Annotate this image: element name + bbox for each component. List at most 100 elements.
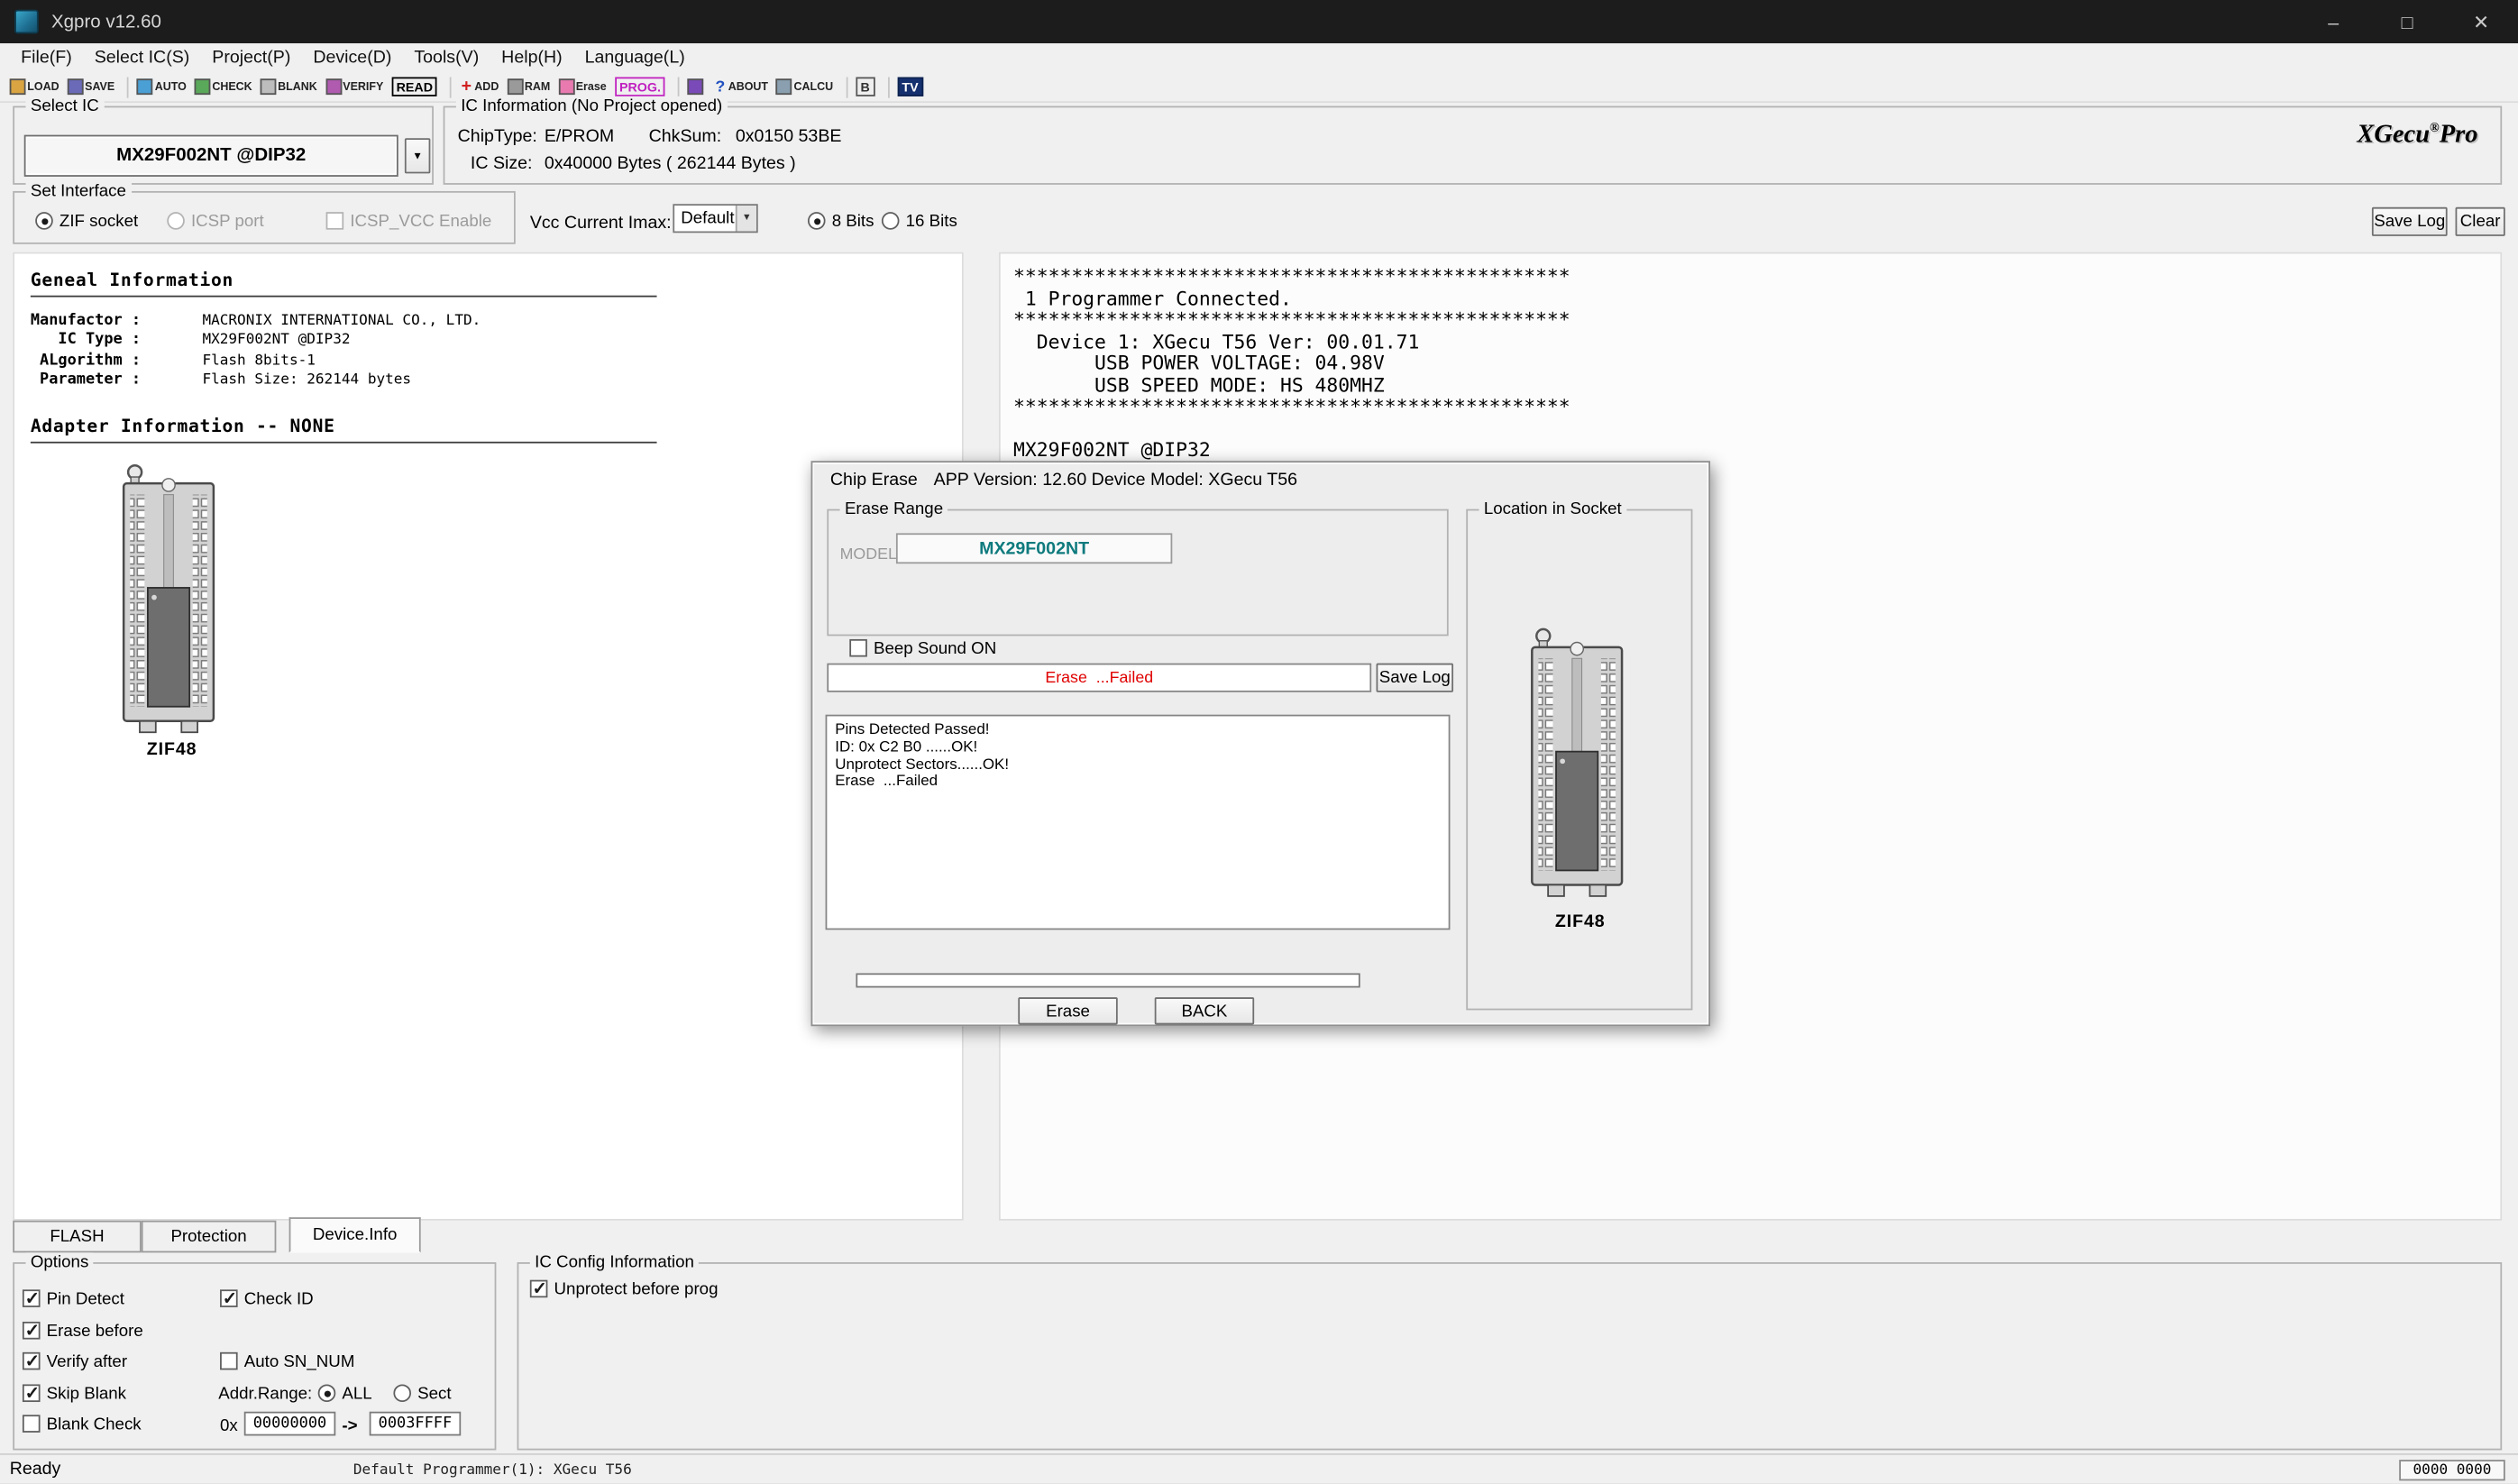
ic-config-group-label: IC Config Information [530,1252,699,1273]
toolbar-calcu-button[interactable]: CALCU [774,74,835,100]
clear-button-label: Clear [2460,212,2501,231]
back-button[interactable]: BACK [1155,997,1254,1024]
toolbar-blank-label: BLANK [278,81,317,92]
ic-select-combobox[interactable]: MX29F002NT @DIP32 [24,135,398,177]
close-button[interactable]: ✕ [2444,0,2518,43]
erase-range-group: Erase Range MODEL MX29F002NT [827,509,1448,637]
tab-device-info[interactable]: Device.Info [289,1217,421,1252]
bits16-radio-label: 16 Bits [906,211,957,230]
log-line: 1 Programmer Connected. [1013,289,2494,310]
status-counter-value: 0000 0000 [2399,1460,2505,1480]
parameter-label: Parameter : [31,371,203,389]
addr-range-sect-radio[interactable]: Sect [393,1383,451,1404]
unprotect-box [530,1280,548,1298]
beep-sound-box [849,639,867,657]
check-id-checkbox[interactable]: Check ID [220,1288,314,1309]
save-log-button-label: Save Log [2374,212,2445,231]
ic-select-dropdown-button[interactable]: ▼ [405,138,431,173]
toolbar-separator [127,77,129,97]
menu-select-ic[interactable]: Select IC(S) [83,48,201,67]
toolbar-tv-button[interactable]: TV [895,74,924,100]
menu-language[interactable]: Language(L) [573,48,696,67]
auto-sn-num-checkbox[interactable]: Auto SN_NUM [220,1351,354,1371]
verify-after-checkbox[interactable]: Verify after [23,1351,127,1371]
pin-detect-checkbox[interactable]: Pin Detect [23,1288,124,1309]
info-row-parameter: Parameter :Flash Size: 262144 bytes [31,371,481,390]
vcc-current-select[interactable]: Default ▼ [673,204,757,233]
minimize-button[interactable]: – [2296,0,2370,43]
manufactor-label: Manufactor : [31,312,203,330]
options-group-label: Options [26,1252,94,1273]
addr-all-radio-circle [318,1384,336,1402]
toolbar-verify-label: VERIFY [343,81,383,92]
skip-blank-box [23,1384,41,1402]
toolbar-separator [887,77,889,97]
ic-information-group-label: IC Information (No Project opened) [456,96,728,117]
erase-before-checkbox[interactable]: Erase before [23,1320,143,1341]
save-log-button[interactable]: Save Log [2372,207,2448,236]
addr-sect-radio-circle [393,1384,411,1402]
bits8-radio[interactable]: 8 Bits [808,210,874,231]
algorithm-label: ALgorithm : [31,351,203,369]
dialog-save-log-button[interactable]: Save Log [1377,664,1454,692]
vcc-current-value: Default [681,209,734,228]
set-interface-group-label: Set Interface [26,181,132,202]
model-field: MX29F002NT [896,533,1172,563]
erase-result-list[interactable]: Pins Detected Passed! ID: 0x C2 B0 .....… [826,715,1451,930]
toolbar-separator [846,77,847,97]
blank-check-icon [261,78,277,95]
beep-sound-checkbox[interactable]: Beep Sound ON [849,637,996,658]
toolbar-read-button[interactable]: READ [389,74,439,100]
check-id-label: Check ID [244,1288,314,1307]
addr-range-all-radio[interactable]: ALL [318,1383,372,1404]
result-line: Pins Detected Passed! [835,723,1441,740]
hex-prefix-label: 0x [220,1416,238,1435]
menu-tools[interactable]: Tools(V) [403,48,490,67]
log-line: Device 1: XGecu T56 Ver: 00.01.71 [1013,332,2494,353]
title-bar: Xgpro v12.60 – □ ✕ [0,0,2518,43]
menu-help[interactable]: Help(H) [490,48,573,67]
algorithm-value: Flash 8bits-1 [202,353,315,369]
toolbar-auto-button[interactable]: AUTO [135,74,188,100]
vcc-current-label: Vcc Current Imax: [530,214,672,233]
addr-to-input[interactable] [370,1412,462,1436]
app-icon [14,10,39,34]
bits16-radio[interactable]: 16 Bits [882,210,957,231]
toolbar-check-button[interactable]: CHECK [193,74,253,100]
location-in-socket-group: Location in Socket ZIF48 [1466,509,1692,1011]
result-line: Erase ...Failed [835,774,1441,792]
toolbar-byte-swap-button[interactable]: B [854,74,876,100]
menu-file[interactable]: File(F) [10,48,84,67]
toolbar-verify-button[interactable]: VERIFY [324,74,385,100]
location-group-label: Location in Socket [1479,499,1627,520]
pin-detect-box [23,1289,41,1307]
maximize-button[interactable]: □ [2370,0,2444,43]
select-ic-group-label: Select IC [26,96,105,117]
toolbar-auto-label: AUTO [155,81,187,92]
window-controls: – □ ✕ [2296,0,2518,43]
window-title: Xgpro v12.60 [51,12,161,31]
result-line: Unprotect Sectors......OK! [835,757,1441,774]
dialog-title: Chip Erase [830,470,918,489]
log-line: MX29F002NT @DIP32 [1013,440,2494,462]
toolbar-blank-button[interactable]: BLANK [259,74,319,100]
verify-icon [325,78,342,95]
clear-button[interactable]: Clear [2456,207,2505,236]
icsp-vcc-checkbox-box [326,212,344,230]
tab-flash[interactable]: FLASH [13,1221,142,1253]
skip-blank-checkbox[interactable]: Skip Blank [23,1383,126,1404]
ic-type-label: IC Type : [31,331,203,349]
erase-button[interactable]: Erase [1018,997,1117,1024]
addr-from-input[interactable] [244,1412,336,1436]
bits16-radio-circle [882,212,900,230]
zif-socket-radio[interactable]: ZIF socket [35,210,138,231]
log-text: ****************************************… [1013,267,2494,462]
menu-project[interactable]: Project(P) [201,48,302,67]
unprotect-before-prog-checkbox[interactable]: Unprotect before prog [530,1278,719,1299]
blank-check-checkbox[interactable]: Blank Check [23,1414,142,1434]
erase-before-box [23,1322,41,1340]
addr-sect-radio-label: Sect [417,1384,451,1403]
toolbar-save-label: SAVE [85,81,114,92]
menu-device[interactable]: Device(D) [302,48,403,67]
tab-protection[interactable]: Protection [142,1221,277,1253]
